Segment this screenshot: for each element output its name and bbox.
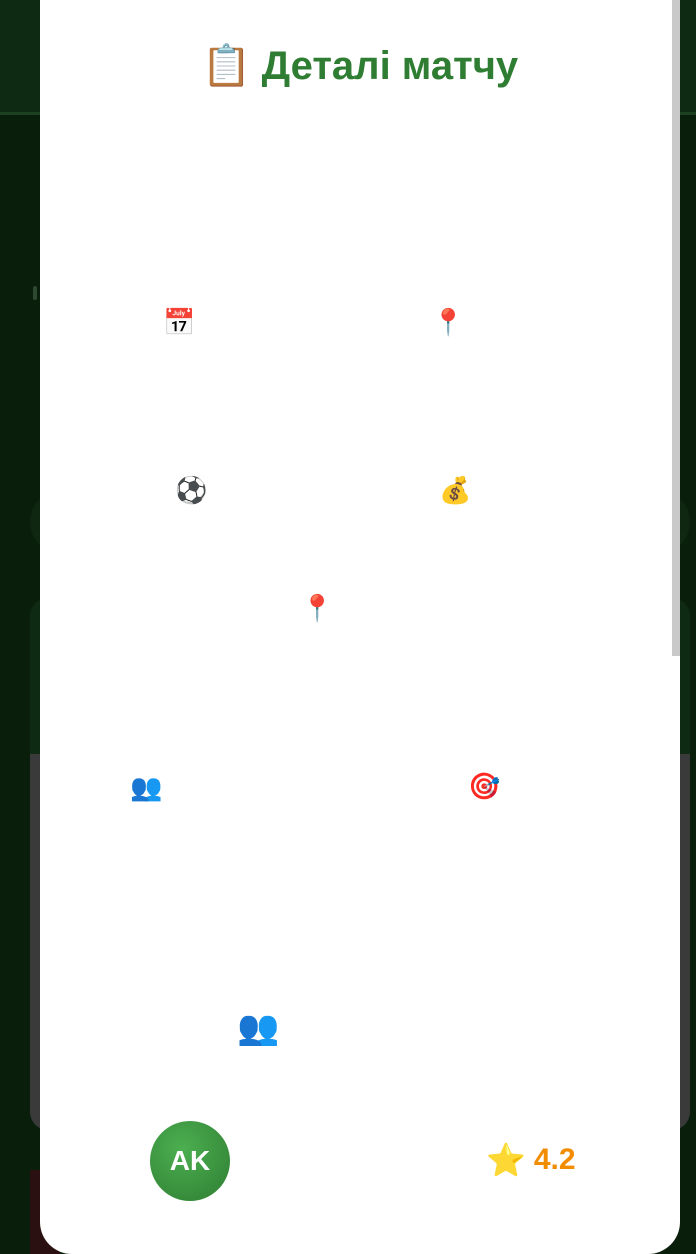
soccer-ball-icon: ⚽	[175, 476, 208, 506]
clipboard-icon: 📋	[201, 44, 252, 88]
modal-scrollbar[interactable]	[672, 0, 680, 656]
rating-value: 4.2	[533, 1143, 576, 1176]
calendar-icon: 📅	[163, 308, 196, 338]
players-icon: 👥	[130, 773, 163, 803]
address-pin-icon: 📍	[301, 594, 334, 624]
match-details-modal	[40, 0, 680, 1254]
organizer-rating: ⭐ 4.2	[486, 1140, 576, 1180]
money-bag-icon: 💰	[439, 476, 472, 506]
participants-icon: 👥	[237, 1008, 280, 1048]
target-icon: 🎯	[468, 772, 501, 802]
modal-title: 📋 Деталі матчу	[40, 38, 680, 94]
background-mark	[33, 286, 37, 300]
star-icon: ⭐	[486, 1142, 526, 1178]
modal-title-text: Деталі матчу	[261, 44, 519, 88]
organizer-avatar[interactable]: AK	[150, 1121, 230, 1201]
location-pin-icon: 📍	[432, 308, 465, 338]
